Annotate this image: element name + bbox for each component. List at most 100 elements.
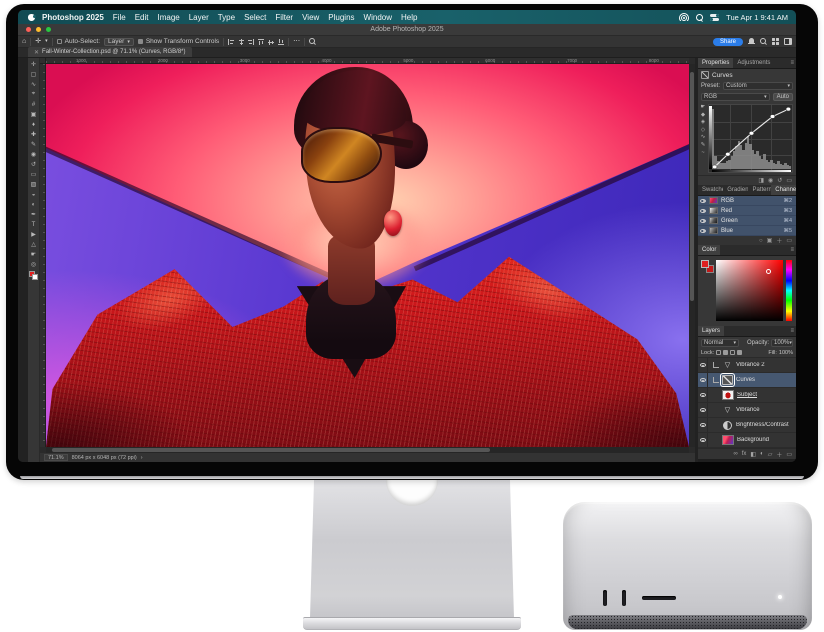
tone-curve[interactable] [715,109,789,167]
align-left-icon[interactable] [228,39,234,45]
tool-button[interactable]: ⌖ [29,90,39,99]
auto-select-checkbox[interactable] [57,39,62,44]
layer-visibility-cell[interactable] [698,358,708,372]
layer-label[interactable]: Vibrance 2 [736,362,765,368]
zoom-tool-icon[interactable] [309,38,316,45]
panel-footer-icon[interactable]: ◉ [768,177,773,184]
tool-button[interactable]: # [29,100,39,109]
apps-grid-icon[interactable] [772,38,779,45]
more-options-icon[interactable]: ⋯ [293,38,300,45]
control-center-icon[interactable] [710,13,719,21]
layer-label[interactable]: Brightness/Contrast [736,422,789,428]
panel-footer-icon[interactable]: ▭ [786,451,792,458]
channel-row[interactable]: Red ⌘3 [698,206,796,216]
panel-footer-icon[interactable]: ▣ [767,237,773,244]
menu-item[interactable]: Image [157,13,179,22]
menu-item[interactable]: Window [364,13,392,22]
tool-button[interactable]: ▨ [29,180,39,189]
vertical-scrollbar[interactable] [689,64,695,447]
eyedropper-icon[interactable]: ✎ [701,142,706,149]
opacity-dropdown[interactable]: 100% ▾ [771,339,793,347]
tool-button[interactable]: ✒ [29,210,39,219]
channel-row[interactable]: RGB ⌘2 [698,196,796,206]
align-right-icon[interactable] [248,39,254,45]
tool-button[interactable]: ◎ [29,260,39,269]
menu-item[interactable]: File [113,13,126,22]
panel-footer-icon[interactable]: ▭ [786,177,792,184]
menu-item[interactable]: View [302,13,319,22]
menu-item[interactable]: Plugins [328,13,354,22]
panel-menu-icon[interactable]: ≡ [790,58,796,68]
layer-row[interactable]: Brightness/Contrast [698,418,796,433]
panel-footer-icon[interactable]: ∞ [733,451,737,457]
lock-position-icon[interactable] [730,350,735,355]
auto-select-control[interactable]: Auto-Select: [57,38,100,45]
layer-row[interactable]: Subject [698,388,796,403]
tool-button[interactable]: ☛ [29,250,39,259]
tool-button[interactable]: ✎ [29,140,39,149]
panel-footer-icon[interactable]: ＋ [776,236,782,245]
tab-swatches[interactable]: Swatches [698,185,723,195]
panel-footer-icon[interactable]: ＋ [776,450,782,459]
vertical-scrollbar-thumb[interactable] [690,72,694,302]
lock-all-icon[interactable] [737,350,742,355]
align-bottom-icon[interactable] [278,39,284,45]
panel-footer-icon[interactable]: ↺ [777,177,782,184]
tool-button[interactable]: ↺ [29,160,39,169]
tool-button[interactable]: ∿ [29,80,39,89]
eyedropper-icon[interactable]: ◇ [701,127,705,134]
layer-label[interactable]: Background [737,437,769,443]
eyedropper-icon[interactable]: ☛ [701,104,706,111]
layer-label[interactable]: Vibrance [736,407,760,413]
hue-slider[interactable] [786,260,792,321]
notifications-bell-icon[interactable] [748,38,755,45]
layer-label[interactable]: Curves [736,377,755,383]
menu-bar-clock[interactable]: Tue Apr 1 9:41 AM [726,13,788,22]
layer-visibility-cell[interactable] [698,433,708,447]
tab-patterns[interactable]: Patterns [748,185,771,195]
tool-button[interactable]: ▢ [29,70,39,79]
tool-preset-chevron-icon[interactable]: ▾ [45,39,48,44]
status-arrow-icon[interactable]: › [141,455,143,461]
tool-button[interactable]: T [29,220,39,229]
tool-button[interactable]: ✛ [29,60,39,69]
search-icon[interactable] [760,38,767,45]
tab-adjustments[interactable]: Adjustments [733,58,774,68]
horizontal-scrollbar-thumb[interactable] [52,448,489,452]
move-tool-icon[interactable]: ✛ [35,38,41,45]
panel-footer-icon[interactable]: ◐ [760,451,764,457]
tool-button[interactable]: ◒ [29,190,39,199]
tool-button[interactable]: ◐ [29,200,39,209]
align-center-h-icon[interactable] [238,39,244,45]
visibility-eye-icon[interactable] [700,199,706,203]
close-tab-icon[interactable]: ✕ [34,49,39,56]
color-cursor[interactable] [766,269,771,274]
tab-color[interactable]: Color [698,245,720,255]
saturation-brightness-picker[interactable] [716,260,783,321]
menu-item[interactable]: Help [401,13,417,22]
document-canvas[interactable] [46,64,689,447]
menu-item[interactable]: Filter [275,13,293,22]
tool-button[interactable]: ▶ [29,230,39,239]
tab-gradients[interactable]: Gradients [723,185,748,195]
foreground-color-swatch[interactable] [701,260,709,268]
menu-item[interactable]: Select [244,13,266,22]
home-icon[interactable]: ⌂ [22,38,26,45]
wifi-icon[interactable] [679,13,689,21]
share-button[interactable]: Share [713,38,743,46]
panel-footer-icon[interactable]: ▱ [768,451,773,458]
menu-item[interactable]: Edit [135,13,149,22]
align-top-icon[interactable] [258,39,264,45]
eyedropper-icon[interactable]: ~ [701,150,704,157]
panel-footer-icon[interactable]: ○ [759,238,763,244]
foreground-background-colors[interactable] [29,271,38,280]
zoom-level-field[interactable]: 71.1% [44,454,68,461]
tab-properties[interactable]: Properties [698,58,733,68]
blend-mode-dropdown[interactable]: Normal ▾ [701,339,739,347]
tab-channels[interactable]: Channels [771,185,796,195]
visibility-eye-icon[interactable] [700,219,706,223]
panel-menu-icon[interactable]: ≡ [790,326,796,336]
align-middle-v-icon[interactable] [268,39,274,45]
workspace-layout-icon[interactable] [784,38,792,45]
tool-button[interactable]: ♦ [29,120,39,129]
